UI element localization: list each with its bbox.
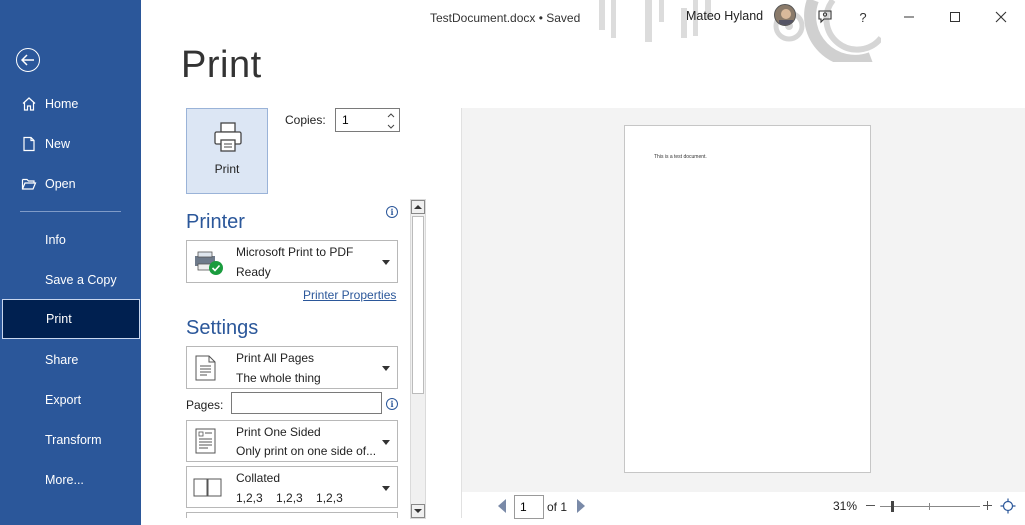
print-pages-dropdown[interactable]: Print All Pages The whole thing — [186, 346, 398, 389]
document-title: TestDocument.docx • Saved — [430, 11, 581, 25]
copies-increment[interactable] — [385, 110, 397, 120]
zoom-level[interactable]: 31% — [833, 499, 857, 513]
zoom-slider[interactable] — [880, 506, 980, 507]
printer-icon — [214, 122, 242, 152]
chevron-up-icon — [387, 112, 395, 117]
sidebar-item-new[interactable]: New — [2, 124, 140, 164]
one-sided-icon — [195, 428, 216, 454]
print-button[interactable]: Print — [186, 108, 268, 194]
zoom-center-tick — [929, 503, 930, 510]
collation-title: Collated — [236, 471, 281, 485]
print-pages-title: Print All Pages — [236, 351, 315, 365]
document-pages-icon — [195, 355, 216, 381]
scroll-up-button[interactable] — [411, 200, 425, 214]
sidebar-item-label: Print — [46, 312, 72, 326]
copies-input[interactable] — [342, 113, 382, 127]
folder-icon — [20, 175, 38, 193]
dropdown-arrow-icon — [382, 486, 390, 491]
pages-label: Pages: — [186, 398, 224, 412]
sidebar-item-label: Home — [45, 97, 79, 111]
sidebar-item-save-a-copy[interactable]: Save a Copy — [2, 260, 140, 300]
avatar[interactable] — [774, 4, 796, 26]
printer-properties-link[interactable]: Printer Properties — [303, 288, 396, 302]
user-name[interactable]: Mateo Hyland — [686, 9, 763, 23]
print-preview-area: This is a test document. — [462, 108, 1025, 492]
zoom-out-icon[interactable] — [864, 497, 876, 513]
page-count: of 1 — [547, 500, 568, 514]
pages-info-icon[interactable]: i — [386, 398, 398, 410]
sidebar-item-share[interactable]: Share — [2, 340, 140, 380]
title-bar: TestDocument.docx • Saved Mateo Hyland ? — [141, 0, 1025, 62]
copies-stepper[interactable] — [335, 108, 400, 132]
sidebar-item-open[interactable]: Open — [2, 164, 140, 204]
sidebar-item-label: Export — [45, 393, 82, 407]
sidebar-item-print[interactable]: Print — [2, 299, 140, 339]
sidebar-item-label: Transform — [45, 433, 102, 447]
sidebar-item-home[interactable]: Home — [2, 84, 140, 124]
previous-page-icon[interactable] — [498, 499, 506, 513]
dropdown-arrow-icon — [382, 260, 390, 265]
printer-dropdown[interactable]: Microsoft Print to PDF Ready — [186, 240, 398, 283]
printer-heading: Printer — [186, 211, 245, 233]
collation-subtitle: 1,2,3 1,2,3 1,2,3 — [236, 491, 343, 505]
dropdown-arrow-icon — [382, 440, 390, 445]
minimize-icon[interactable] — [897, 6, 921, 28]
print-button-label: Print — [214, 162, 240, 176]
info-glyph: i — [390, 399, 394, 409]
printer-name: Microsoft Print to PDF — [236, 245, 354, 259]
page-title: Print — [181, 44, 262, 86]
scroll-thumb[interactable] — [412, 216, 424, 394]
new-document-icon — [20, 135, 38, 153]
back-arrow-icon — [21, 54, 34, 66]
settings-heading: Settings — [186, 317, 259, 339]
copies-decrement[interactable] — [385, 121, 397, 131]
info-glyph: i — [390, 207, 394, 217]
sidebar-item-label: More... — [45, 473, 84, 487]
scroll-down-button[interactable] — [411, 504, 425, 518]
pages-input[interactable] — [231, 392, 382, 414]
sidebar-item-label: Share — [45, 353, 79, 367]
scroll-down-arrow-icon — [414, 509, 422, 513]
sidebar-item-info[interactable]: Info — [2, 220, 140, 260]
print-sides-subtitle: Only print on one side of... — [236, 444, 377, 458]
print-settings-pane: Printer i Microsoft Print to PDF Ready P… — [180, 200, 425, 518]
sidebar-item-export[interactable]: Export — [2, 380, 140, 420]
help-glyph: ? — [859, 9, 867, 25]
home-icon — [20, 95, 38, 113]
collated-icon — [193, 478, 222, 497]
scroll-up-arrow-icon — [414, 205, 422, 209]
sidebar-item-label: Open — [45, 177, 76, 191]
backstage-sidebar: Home New Open Info Save a Copy Print Sha… — [0, 0, 141, 525]
printer-ready-icon — [195, 251, 223, 275]
settings-scrollbar[interactable] — [410, 199, 426, 519]
print-sides-title: Print One Sided — [236, 425, 321, 439]
help-icon[interactable]: ? — [851, 6, 875, 28]
feedback-icon[interactable] — [813, 6, 837, 28]
restore-icon[interactable] — [943, 6, 967, 28]
preview-page-text: This is a test document. — [654, 154, 707, 160]
copies-label: Copies: — [285, 113, 326, 127]
next-setting-dropdown[interactable] — [186, 512, 398, 518]
back-button[interactable] — [16, 48, 40, 72]
print-pages-subtitle: The whole thing — [236, 371, 321, 385]
sidebar-item-label: New — [45, 137, 71, 151]
print-sides-dropdown[interactable]: Print One Sided Only print on one side o… — [186, 420, 398, 462]
sidebar-item-label: Info — [45, 233, 66, 247]
sidebar-item-label: Save a Copy — [45, 273, 117, 287]
sidebar-item-transform[interactable]: Transform — [2, 420, 140, 460]
preview-page: This is a test document. — [624, 125, 871, 473]
chevron-down-icon — [387, 124, 395, 129]
next-page-icon[interactable] — [577, 499, 585, 513]
zoom-in-icon[interactable] — [981, 497, 993, 513]
zoom-slider-thumb[interactable] — [891, 501, 894, 512]
dropdown-arrow-icon — [382, 366, 390, 371]
sidebar-item-more[interactable]: More... — [2, 460, 140, 500]
printer-info-icon[interactable]: i — [386, 206, 398, 218]
printer-status: Ready — [236, 265, 271, 279]
close-icon[interactable] — [989, 6, 1013, 28]
current-page-input[interactable] — [514, 495, 544, 519]
zoom-to-page-icon[interactable] — [1000, 498, 1016, 514]
sidebar-divider — [20, 211, 121, 212]
collation-dropdown[interactable]: Collated 1,2,3 1,2,3 1,2,3 — [186, 466, 398, 508]
